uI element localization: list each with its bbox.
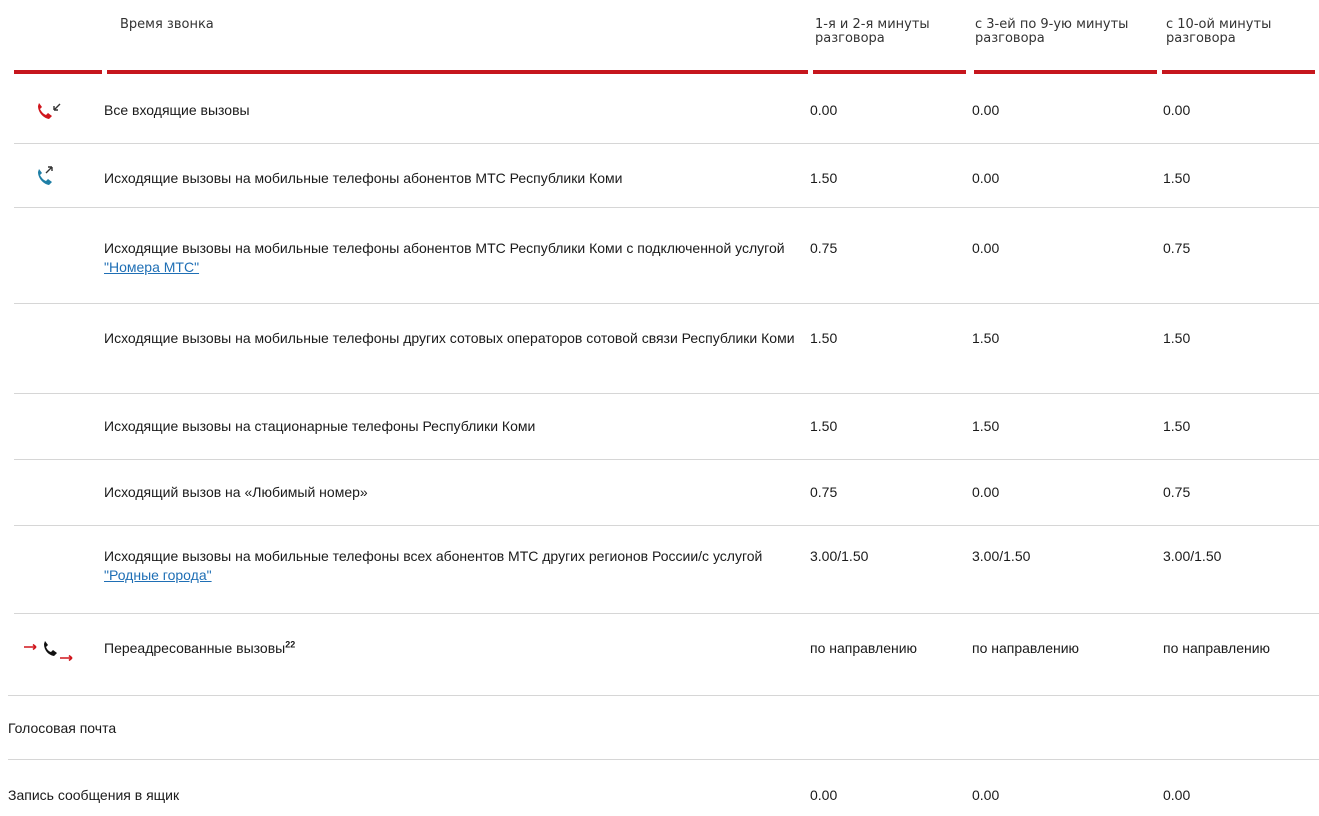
row-label-text: Исходящие вызовы на мобильные телефоны а…	[104, 240, 785, 256]
table-row: Исходящие вызовы на мобильные телефоны д…	[0, 304, 1319, 394]
table-row: Все входящие вызовы 0.00 0.00 0.00	[0, 80, 1319, 144]
header-rule-v3	[1162, 70, 1315, 74]
row-value-v3: 0.00	[1163, 102, 1191, 118]
row-label: Исходящие вызовы на мобильные телефоны а…	[104, 239, 804, 277]
row-value-v1: 1.50	[810, 330, 838, 346]
voicemail-section-title: Голосовая почта	[8, 720, 117, 736]
row-value-v3: 0.75	[1163, 240, 1191, 256]
voicemail-record-label: Запись сообщения в ящик	[8, 787, 180, 803]
table-row: Исходящий вызов на «Любимый номер» 0.75 …	[0, 460, 1319, 526]
header-minutes-10-plus: с 10-ой минуты разговора	[1166, 17, 1272, 46]
row-label: Исходящие вызовы на мобильные телефоны а…	[104, 170, 623, 186]
header-rule-icon	[14, 70, 102, 74]
row-value-v2: 0.00	[972, 484, 1000, 500]
row-label: Переадресованные вызовы22	[104, 639, 804, 658]
row-value-v2: 0.00	[972, 170, 1000, 186]
row-value-v2: 0.00	[972, 787, 1000, 803]
row-value-v2: 0.00	[972, 240, 1000, 256]
row-value-v3: по направлению	[1163, 640, 1271, 656]
table-row: Исходящие вызовы на мобильные телефоны в…	[0, 526, 1319, 614]
table-row: Запись сообщения в ящик 0.00 0.00 0.00	[0, 760, 1319, 816]
row-value-v1: по направлению	[810, 640, 918, 656]
table-header: Время звонка 1-я и 2-я минуты разговора …	[0, 0, 1319, 76]
row-label-text: Исходящие вызовы на мобильные телефоны в…	[104, 548, 763, 564]
header-minutes-3-9: с 3-ей по 9-ую минуты разговора	[975, 17, 1129, 46]
rodnye-goroda-link[interactable]: "Родные города"	[104, 567, 212, 583]
header-call-time: Время звонка	[120, 17, 214, 32]
table-row: Исходящие вызовы на мобильные телефоны а…	[0, 208, 1319, 304]
row-value-v1: 0.00	[810, 787, 838, 803]
row-value-v2: 1.50	[972, 330, 1000, 346]
incoming-call-icon	[28, 98, 88, 124]
row-value-v2: 0.00	[972, 102, 1000, 118]
tariff-table: Время звонка 1-я и 2-я минуты разговора …	[0, 0, 1319, 816]
row-value-v1: 3.00/1.50	[810, 548, 869, 564]
row-label-text: Переадресованные вызовы	[104, 640, 286, 656]
header-rule-name	[107, 70, 808, 74]
row-value-v3: 0.00	[1163, 787, 1191, 803]
row-value-v2: по направлению	[972, 640, 1080, 656]
table-row: Переадресованные вызовы22 по направлению…	[0, 614, 1319, 696]
footnote-marker[interactable]: 22	[285, 639, 295, 649]
forwarded-call-icon	[22, 636, 82, 662]
voicemail-section-row: Голосовая почта	[0, 696, 1319, 760]
table-row: Исходящие вызовы на мобильные телефоны а…	[0, 144, 1319, 208]
header-rule-v2	[974, 70, 1157, 74]
row-value-v2: 3.00/1.50	[972, 548, 1031, 564]
row-value-v1: 0.00	[810, 102, 838, 118]
table-row: Исходящие вызовы на стационарные телефон…	[0, 394, 1319, 460]
row-label: Исходящий вызов на «Любимый номер»	[104, 484, 368, 500]
header-rule-v1	[813, 70, 966, 74]
row-label: Исходящие вызовы на стационарные телефон…	[104, 418, 536, 434]
row-value-v2: 1.50	[972, 418, 1000, 434]
row-value-v1: 0.75	[810, 240, 838, 256]
row-label: Исходящие вызовы на мобильные телефоны д…	[104, 330, 795, 346]
row-label: Все входящие вызовы	[104, 102, 250, 118]
outgoing-call-icon	[28, 164, 88, 190]
row-value-v3: 0.75	[1163, 484, 1191, 500]
row-value-v1: 0.75	[810, 484, 838, 500]
header-minutes-1-2: 1-я и 2-я минуты разговора	[815, 17, 930, 46]
row-value-v3: 1.50	[1163, 170, 1191, 186]
nomera-mts-link[interactable]: "Номера МТС"	[104, 259, 199, 275]
row-value-v1: 1.50	[810, 418, 838, 434]
row-label: Исходящие вызовы на мобильные телефоны в…	[104, 547, 804, 585]
row-value-v3: 1.50	[1163, 418, 1191, 434]
row-value-v3: 1.50	[1163, 330, 1191, 346]
row-value-v3: 3.00/1.50	[1163, 548, 1222, 564]
row-value-v1: 1.50	[810, 170, 838, 186]
